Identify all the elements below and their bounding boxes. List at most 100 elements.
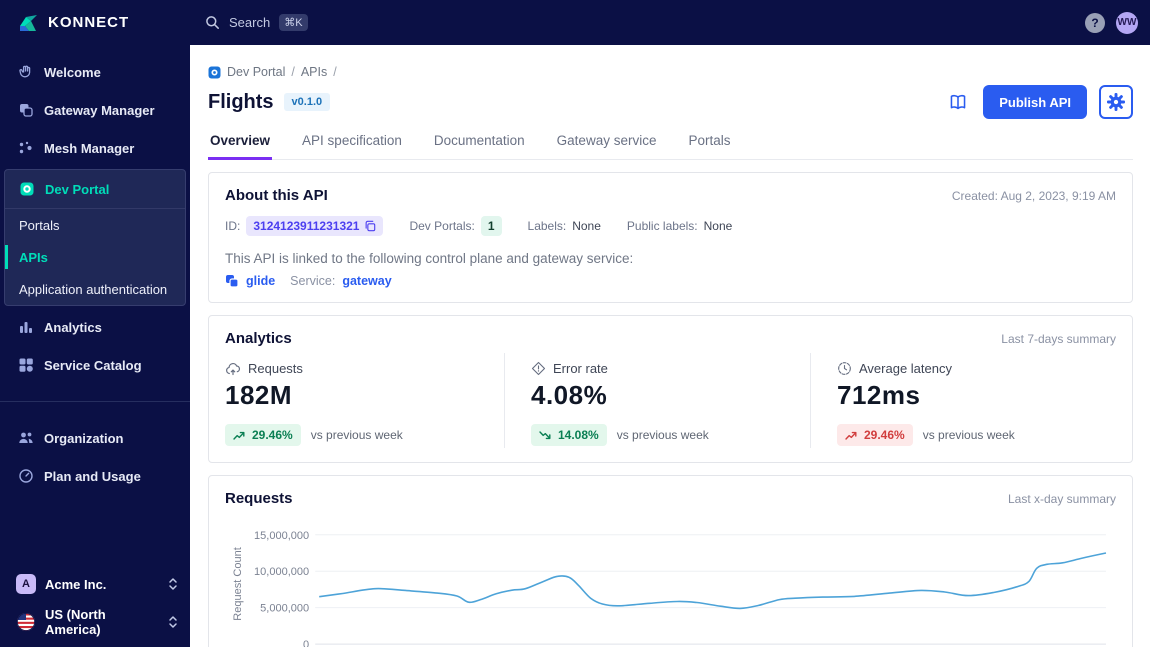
breadcrumb-link-apis[interactable]: APIs — [301, 65, 327, 79]
svg-text:10,000,000: 10,000,000 — [254, 566, 309, 578]
error-rate-value: 4.08% — [531, 380, 608, 410]
metric-average-latency: Average latency 712ms 29.46% vs previous… — [810, 353, 1116, 448]
logo-text: KONNECT — [48, 14, 130, 31]
org-name: Acme Inc. — [45, 576, 107, 592]
service-catalog-icon — [18, 357, 34, 373]
docs-book-button[interactable] — [945, 90, 971, 114]
trend-up-icon — [233, 430, 246, 441]
tab-bar: Overview API specification Documentation… — [208, 133, 1133, 160]
main-content: Dev Portal / APIs / Flights v0.1.0 Publi… — [190, 45, 1150, 647]
gear-icon — [1107, 93, 1125, 111]
metric-requests: Requests 182M 29.46% vs previous week — [225, 353, 504, 448]
requests-trend-badge: 29.46% — [225, 424, 301, 446]
error-rate-trend-badge: 14.08% — [531, 424, 607, 446]
public-labels-value: None — [703, 219, 733, 233]
top-bar: KONNECT Search ⌘K ? WW — [0, 0, 1150, 45]
analytics-icon — [18, 319, 34, 335]
sidebar-group-dev-portal: Dev Portal Portals APIs Application auth… — [4, 169, 186, 306]
mesh-icon — [18, 140, 34, 156]
sidebar-item-analytics[interactable]: Analytics — [0, 308, 190, 346]
region-switcher[interactable]: US (North America) — [0, 603, 190, 641]
sidebar-item-organization[interactable]: Organization — [0, 419, 190, 457]
created-timestamp: Created: Aug 2, 2023, 9:19 AM — [951, 189, 1116, 203]
linked-description: This API is linked to the following cont… — [225, 251, 634, 266]
breadcrumb-dev-portal-icon — [208, 66, 221, 79]
tab-documentation[interactable]: Documentation — [432, 133, 527, 159]
requests-line-chart: 0 5,000,000 10,000,000 15,000,000 Request Co… — [232, 530, 1107, 647]
search-shortcut: ⌘K — [279, 14, 308, 31]
wave-icon — [18, 64, 34, 80]
dev-portals-count-badge: 1 — [480, 216, 502, 236]
plan-usage-icon — [18, 468, 34, 484]
sidebar-item-gateway-manager[interactable]: Gateway Manager — [0, 91, 190, 129]
org-badge: A — [16, 574, 36, 594]
sidebar-item-welcome[interactable]: Welcome — [0, 53, 190, 91]
sidebar-item-portals[interactable]: Portals — [5, 209, 185, 241]
labels-label: Labels: — [527, 219, 567, 233]
sidebar: Welcome Gateway Manager Mesh Manager Dev… — [0, 45, 190, 647]
breadcrumb-link-dev-portal[interactable]: Dev Portal — [227, 65, 285, 79]
sidebar-item-service-catalog[interactable]: Service Catalog — [0, 346, 190, 384]
help-button[interactable]: ? — [1085, 12, 1105, 33]
tab-portals[interactable]: Portals — [686, 133, 732, 159]
org-switcher[interactable]: A Acme Inc. — [0, 565, 190, 603]
gateway-service-link[interactable]: gateway — [342, 274, 391, 288]
labels-value: None — [572, 219, 601, 233]
dev-portals-label: Dev Portals: — [409, 219, 475, 233]
region-name: US (North America) — [45, 607, 106, 637]
konnect-logo-icon — [17, 12, 39, 34]
logo[interactable]: KONNECT — [0, 12, 190, 34]
version-badge: v0.1.0 — [283, 93, 331, 111]
requests-summary-note: Last x-day summary — [1007, 492, 1116, 506]
global-search[interactable]: Search ⌘K — [205, 14, 308, 31]
about-api-card: About this API Created: Aug 2, 2023, 9:1… — [208, 172, 1133, 303]
sidebar-item-label: Plan and Usage — [44, 468, 141, 484]
api-id-badge[interactable]: 3124123911231321 — [246, 216, 384, 236]
tab-api-specification[interactable]: API specification — [300, 133, 404, 159]
copy-icon[interactable] — [364, 220, 376, 232]
svg-text:15,000,000: 15,000,000 — [254, 530, 309, 542]
control-plane-icon — [225, 274, 239, 288]
control-plane-link[interactable]: glide — [246, 274, 275, 288]
svg-text:Request Count: Request Count — [232, 547, 244, 620]
sidebar-item-label: Dev Portal — [45, 181, 110, 197]
analytics-card: Analytics Last 7-days summary Requests 1… — [208, 315, 1133, 463]
sidebar-item-apis[interactable]: APIs — [5, 241, 185, 273]
requests-card-title: Requests — [225, 490, 293, 507]
search-icon — [205, 15, 220, 30]
sidebar-item-application-authentication[interactable]: Application authentication — [5, 273, 185, 305]
dev-portal-icon — [19, 181, 35, 197]
error-diamond-icon — [531, 361, 546, 376]
trend-up-icon — [845, 430, 858, 441]
sidebar-divider — [0, 401, 190, 402]
about-card-title: About this API — [225, 187, 328, 204]
gateway-icon — [18, 102, 34, 118]
breadcrumb: Dev Portal / APIs / — [208, 65, 1133, 79]
analytics-summary-note: Last 7-days summary — [1001, 332, 1116, 346]
service-label: Service: — [290, 274, 336, 288]
trend-down-icon — [539, 430, 552, 441]
user-avatar[interactable]: WW — [1116, 11, 1138, 34]
svg-text:5,000,000: 5,000,000 — [260, 603, 309, 615]
sidebar-item-mesh-manager[interactable]: Mesh Manager — [0, 129, 190, 167]
clock-icon — [837, 361, 852, 376]
sidebar-item-label: Organization — [44, 430, 124, 446]
requests-value: 182M — [225, 380, 293, 410]
publish-api-button[interactable]: Publish API — [983, 85, 1087, 119]
tab-gateway-service[interactable]: Gateway service — [555, 133, 659, 159]
svg-text:0: 0 — [303, 639, 309, 647]
search-label: Search — [229, 15, 271, 30]
tab-overview[interactable]: Overview — [208, 133, 273, 160]
organization-icon — [18, 430, 34, 446]
id-label: ID: — [225, 219, 241, 233]
analytics-card-title: Analytics — [225, 330, 292, 347]
sidebar-item-label: Analytics — [44, 319, 102, 335]
settings-gear-button[interactable] — [1099, 85, 1133, 119]
sidebar-item-dev-portal[interactable]: Dev Portal — [5, 170, 185, 208]
page-title: Flights — [208, 90, 274, 113]
chevron-up-down-icon — [168, 576, 178, 592]
latency-trend-badge: 29.46% — [837, 424, 913, 446]
sidebar-item-plan-and-usage[interactable]: Plan and Usage — [0, 457, 190, 495]
public-labels-label: Public labels: — [626, 219, 698, 233]
sidebar-item-label: Gateway Manager — [44, 102, 155, 118]
